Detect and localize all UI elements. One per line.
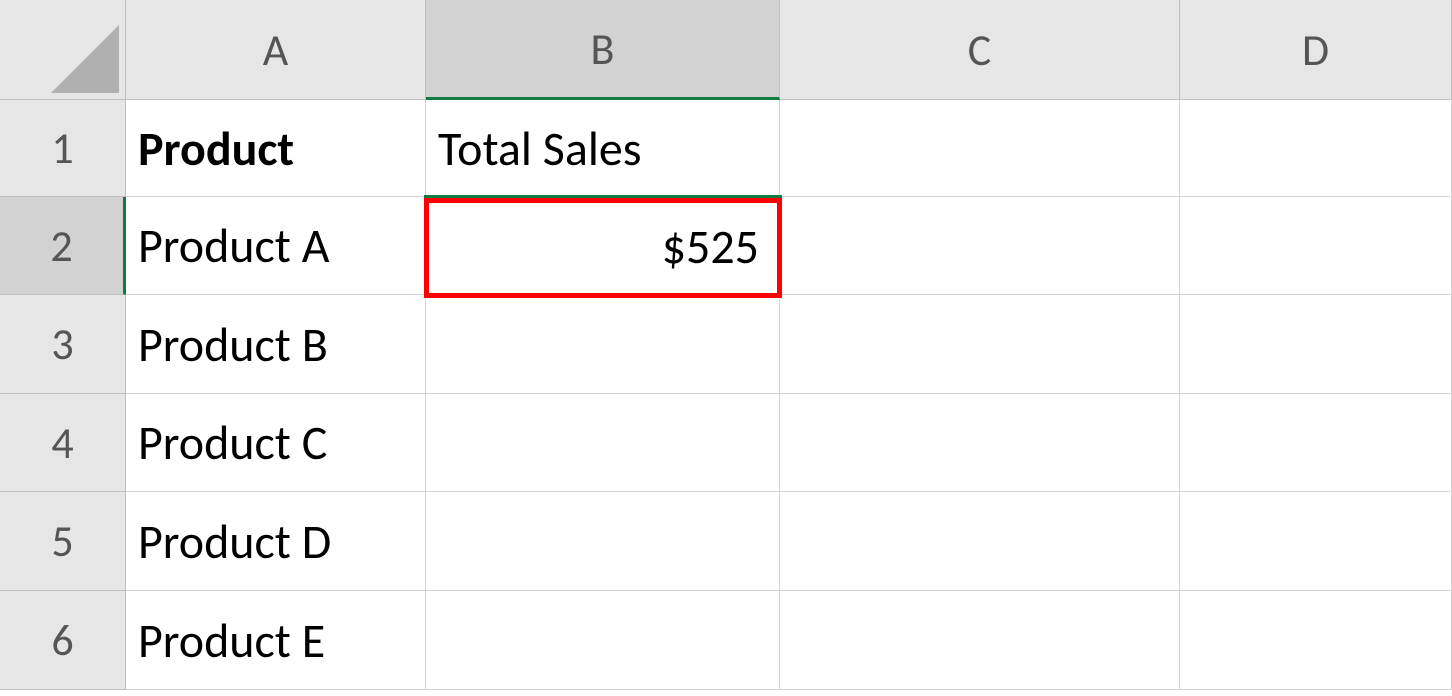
row-header-2[interactable]: 2 [0, 197, 126, 295]
column-header-a[interactable]: A [126, 0, 426, 100]
cell-d6[interactable] [1180, 591, 1452, 690]
cell-b5[interactable] [426, 492, 780, 591]
cell-d3[interactable] [1180, 295, 1452, 394]
cell-d5[interactable] [1180, 492, 1452, 591]
cell-d2[interactable] [1180, 197, 1452, 295]
select-all-triangle-icon [51, 25, 119, 93]
row-header-1[interactable]: 1 [0, 100, 126, 197]
cell-a6[interactable]: Product E [126, 591, 426, 690]
column-header-d[interactable]: D [1180, 0, 1452, 100]
select-all-corner[interactable] [0, 0, 126, 100]
cell-a3[interactable]: Product B [126, 295, 426, 394]
cell-c3[interactable] [780, 295, 1180, 394]
cell-c6[interactable] [780, 591, 1180, 690]
cell-b1[interactable]: Total Sales [426, 100, 780, 197]
cell-c2[interactable] [780, 197, 1180, 295]
column-header-b[interactable]: B [426, 0, 780, 100]
cell-a2[interactable]: Product A [126, 197, 426, 295]
cell-b4[interactable] [426, 394, 780, 492]
cell-c1[interactable] [780, 100, 1180, 197]
cell-d1[interactable] [1180, 100, 1452, 197]
cell-a1[interactable]: Product [126, 100, 426, 197]
cell-c4[interactable] [780, 394, 1180, 492]
row-header-6[interactable]: 6 [0, 591, 126, 690]
spreadsheet-grid: A B C D 1 Product Total Sales 2 Product … [0, 0, 1452, 690]
row-header-5[interactable]: 5 [0, 492, 126, 591]
cell-b2[interactable]: $525 [424, 195, 782, 297]
cell-a4[interactable]: Product C [126, 394, 426, 492]
column-header-c[interactable]: C [780, 0, 1180, 100]
cell-a5[interactable]: Product D [126, 492, 426, 591]
row-header-3[interactable]: 3 [0, 295, 126, 394]
cell-c5[interactable] [780, 492, 1180, 591]
row-header-4[interactable]: 4 [0, 394, 126, 492]
cell-b3[interactable] [426, 295, 780, 394]
cell-d4[interactable] [1180, 394, 1452, 492]
cell-b6[interactable] [426, 591, 780, 690]
